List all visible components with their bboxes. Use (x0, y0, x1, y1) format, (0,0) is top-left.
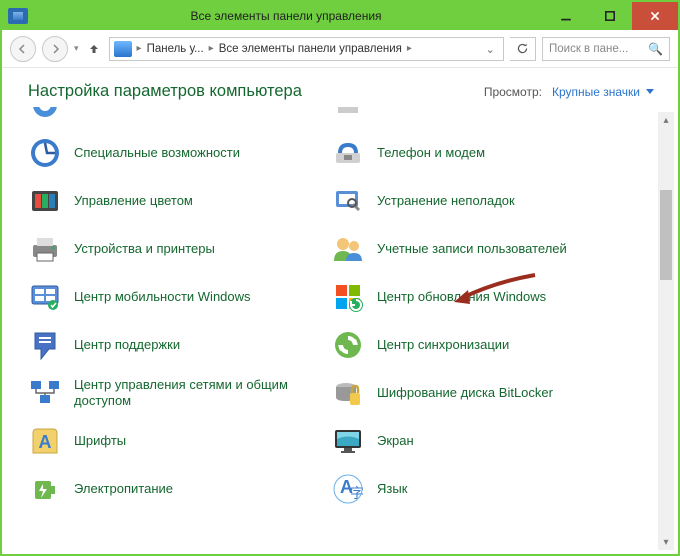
item-bitlocker[interactable]: Шифрование диска BitLocker (331, 369, 616, 417)
item-label: Специальные возможности (74, 145, 240, 161)
page-heading: Настройка параметров компьютера (28, 82, 302, 101)
nav-forward-button[interactable] (42, 36, 68, 62)
item-sync-center[interactable]: Центр синхронизации (331, 321, 616, 369)
window-title: Все элементы панели управления (28, 9, 544, 23)
breadcrumb-segment[interactable]: Все элементы панели управления (219, 43, 402, 55)
language-icon: A字 (331, 472, 365, 506)
sync-center-icon (331, 328, 365, 362)
bitlocker-icon (331, 376, 365, 410)
item-label: Центр управления сетями и общим доступом (74, 377, 289, 408)
content-header: Настройка параметров компьютера Просмотр… (28, 82, 654, 101)
control-panel-window: Все элементы панели управления ▾ ▸ Панел… (0, 0, 680, 556)
app-icon (8, 8, 28, 24)
item-troubleshooting[interactable]: Устранение неполадок (331, 177, 616, 225)
item-label: Управление цветом (74, 193, 193, 209)
maximize-button[interactable] (588, 2, 632, 30)
scroll-thumb[interactable] (660, 190, 672, 280)
list-item[interactable] (28, 107, 313, 129)
item-display[interactable]: Экран (331, 417, 616, 465)
item-label: Центр поддержки (74, 337, 180, 353)
troubleshooting-icon (331, 184, 365, 218)
window-controls (544, 2, 678, 30)
item-label: Устройства и принтеры (74, 241, 215, 257)
content-area: Настройка параметров компьютера Просмотр… (2, 68, 678, 554)
item-network-sharing[interactable]: Центр управления сетями и общим доступом (28, 369, 313, 417)
item-action-center[interactable]: Центр поддержки (28, 321, 313, 369)
breadcrumb-dropdown-icon[interactable]: ⌄ (481, 42, 499, 56)
item-label: Центр мобильности Windows (74, 289, 251, 305)
item-label: Центр синхронизации (377, 337, 509, 353)
devices-printers-icon (28, 232, 62, 266)
windows-update-icon (331, 280, 365, 314)
item-color-management[interactable]: Управление цветом (28, 177, 313, 225)
display-icon (331, 424, 365, 458)
item-devices-printers[interactable]: Устройства и принтеры (28, 225, 313, 273)
mobility-center-icon (28, 280, 62, 314)
item-phone-modem[interactable]: Телефон и модем (331, 129, 616, 177)
titlebar: Все элементы панели управления (2, 2, 678, 30)
generic-icon (28, 107, 62, 122)
fonts-icon: A (28, 424, 62, 458)
view-dropdown[interactable]: Крупные значки (552, 85, 654, 99)
item-label: Экран (377, 433, 414, 449)
phone-modem-icon (331, 136, 365, 170)
item-label: Устранение неполадок (377, 193, 515, 209)
item-power-options[interactable]: Электропитание (28, 465, 313, 513)
recent-dropdown-icon[interactable]: ▾ (74, 43, 79, 54)
item-label: Электропитание (74, 481, 173, 497)
user-accounts-icon (331, 232, 365, 266)
navigation-bar: ▾ ▸ Панель у... ▸ Все элементы панели уп… (2, 30, 678, 68)
items-grid: Специальные возможности Управление цвето… (28, 107, 654, 527)
breadcrumb-bar[interactable]: ▸ Панель у... ▸ Все элементы панели упра… (109, 37, 504, 61)
scroll-up-button[interactable]: ▴ (658, 112, 674, 128)
scroll-down-button[interactable]: ▾ (658, 534, 674, 550)
view-label: Просмотр: (484, 85, 542, 99)
view-mode: Просмотр: Крупные значки (484, 85, 654, 99)
item-label: Телефон и модем (377, 145, 485, 161)
search-icon: 🔍 (648, 42, 663, 56)
item-label: Центр обновления Windows (377, 289, 546, 305)
svg-text:A: A (39, 432, 52, 452)
item-user-accounts[interactable]: Учетные записи пользователей (331, 225, 616, 273)
generic-icon (331, 107, 365, 122)
location-icon (114, 41, 132, 57)
nav-up-button[interactable] (85, 42, 103, 56)
refresh-button[interactable] (510, 37, 536, 61)
accessibility-icon (28, 136, 62, 170)
minimize-button[interactable] (544, 2, 588, 30)
item-fonts[interactable]: A Шрифты (28, 417, 313, 465)
nav-back-button[interactable] (10, 36, 36, 62)
item-label: Шрифты (74, 433, 126, 449)
breadcrumb-segment[interactable]: Панель у... (147, 43, 204, 55)
chevron-right-icon[interactable]: ▸ (135, 43, 144, 54)
vertical-scrollbar[interactable]: ▴ ▾ (658, 112, 674, 550)
item-label: Учетные записи пользователей (377, 241, 567, 257)
network-sharing-icon (28, 376, 62, 410)
action-center-icon (28, 328, 62, 362)
list-item[interactable] (331, 107, 616, 129)
search-placeholder: Поиск в пане... (549, 43, 628, 55)
chevron-right-icon[interactable]: ▸ (405, 43, 414, 54)
item-windows-update[interactable]: Центр обновления Windows (331, 273, 616, 321)
item-language[interactable]: A字 Язык (331, 465, 616, 513)
color-management-icon (28, 184, 62, 218)
search-input[interactable]: Поиск в пане... 🔍 (542, 37, 670, 61)
item-accessibility[interactable]: Специальные возможности (28, 129, 313, 177)
item-label: Шифрование диска BitLocker (377, 385, 553, 401)
item-mobility-center[interactable]: Центр мобильности Windows (28, 273, 313, 321)
items-column-right: Телефон и модем Устранение неполадок Уче… (331, 107, 616, 527)
power-options-icon (28, 472, 62, 506)
close-button[interactable] (632, 2, 678, 30)
chevron-right-icon[interactable]: ▸ (207, 43, 216, 54)
items-column-left: Специальные возможности Управление цвето… (28, 107, 313, 527)
item-label: Язык (377, 481, 407, 497)
